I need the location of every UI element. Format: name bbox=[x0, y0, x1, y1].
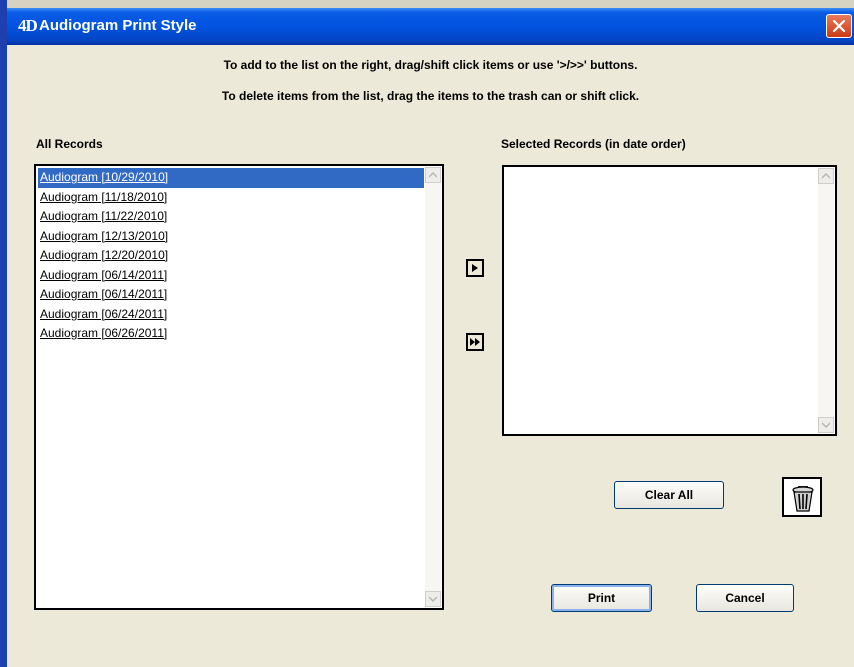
add-all-button[interactable] bbox=[466, 333, 484, 351]
selected-records-label: Selected Records (in date order) bbox=[501, 137, 686, 151]
all-records-items: Audiogram [10/29/2010] Audiogram [11/18/… bbox=[38, 168, 424, 344]
dialog-footer bbox=[7, 649, 854, 667]
scroll-up-button[interactable] bbox=[818, 168, 834, 184]
instruction-line-1: To add to the list on the right, drag/sh… bbox=[223, 58, 638, 72]
play-icon bbox=[472, 264, 478, 272]
print-button[interactable]: Print bbox=[551, 584, 652, 612]
chevron-up-icon bbox=[429, 172, 437, 178]
scroll-down-button[interactable] bbox=[425, 591, 441, 607]
chevron-down-icon bbox=[822, 422, 830, 428]
close-icon bbox=[832, 19, 846, 33]
list-item[interactable]: Audiogram [06/24/2011] bbox=[38, 305, 424, 325]
instruction-line-2: To delete items from the list, drag the … bbox=[221, 89, 640, 103]
chevron-down-icon bbox=[429, 596, 437, 602]
top-shade bbox=[7, 0, 854, 8]
fast-forward-icon bbox=[470, 338, 480, 346]
all-records-scrollbar[interactable] bbox=[425, 167, 441, 607]
all-records-label: All Records bbox=[36, 137, 103, 151]
list-item[interactable]: Audiogram [06/14/2011] bbox=[38, 266, 424, 286]
title-bar[interactable]: 4D Audiogram Print Style bbox=[7, 8, 854, 45]
selected-records-scrollbar[interactable] bbox=[818, 168, 834, 433]
list-item[interactable]: Audiogram [10/29/2010] bbox=[38, 168, 424, 188]
app-logo-icon: 4D bbox=[18, 16, 38, 35]
chevron-up-icon bbox=[822, 173, 830, 179]
clear-all-button[interactable]: Clear All bbox=[614, 481, 724, 509]
close-button[interactable] bbox=[826, 14, 852, 38]
scroll-up-button[interactable] bbox=[425, 167, 441, 183]
scroll-down-button[interactable] bbox=[818, 417, 834, 433]
window-edge bbox=[0, 0, 7, 667]
window-title: Audiogram Print Style bbox=[39, 17, 197, 34]
list-item[interactable]: Audiogram [12/20/2010] bbox=[38, 246, 424, 266]
trash-can-icon bbox=[792, 486, 814, 512]
all-records-list[interactable]: Audiogram [10/29/2010] Audiogram [11/18/… bbox=[34, 164, 444, 610]
add-selected-button[interactable] bbox=[466, 259, 484, 277]
cancel-button[interactable]: Cancel bbox=[696, 584, 794, 612]
list-item[interactable]: Audiogram [12/13/2010] bbox=[38, 227, 424, 247]
list-item[interactable]: Audiogram [06/26/2011] bbox=[38, 324, 424, 344]
list-item[interactable]: Audiogram [11/18/2010] bbox=[38, 188, 424, 208]
dialog-window: 4D Audiogram Print Style To add to the l… bbox=[0, 0, 854, 667]
trash-can-button[interactable] bbox=[782, 477, 822, 517]
list-item[interactable]: Audiogram [11/22/2010] bbox=[38, 207, 424, 227]
selected-records-list[interactable] bbox=[502, 165, 837, 436]
list-item[interactable]: Audiogram [06/14/2011] bbox=[38, 285, 424, 305]
